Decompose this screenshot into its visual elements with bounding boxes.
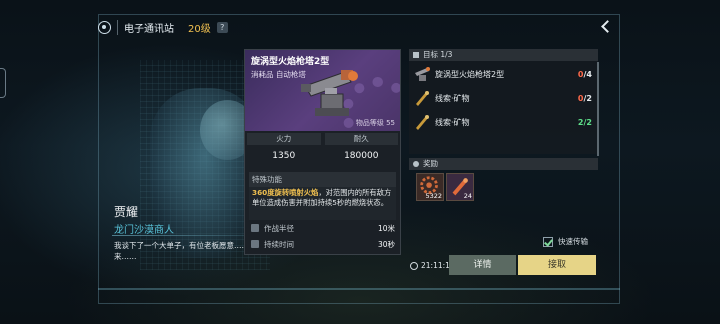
special-ability-title: 特殊功能: [249, 172, 396, 187]
attr-combat-radius: 作战半径 10米: [251, 222, 395, 234]
goal-header: 目标 1/3: [409, 49, 598, 61]
attr-label: 持续时间: [264, 239, 294, 249]
detail-button[interactable]: 详情: [449, 255, 516, 275]
goal-name: 线索·矿物: [435, 93, 470, 103]
stat-label: 耐久: [324, 133, 398, 145]
stat-value: 1350: [272, 151, 296, 161]
goal-count: 0/4: [577, 69, 592, 79]
goal-item[interactable]: 线索·矿物 0/2: [413, 86, 596, 110]
timer: 21:11:17: [410, 261, 455, 270]
stat-firepower: 火力 1350: [245, 133, 323, 165]
back-button[interactable]: [599, 20, 613, 34]
item-stats: 火力 1350 耐久 180000: [245, 133, 400, 165]
radio-signal-icon: [98, 21, 111, 34]
goal-item[interactable]: 旋涡型火焰枪塔2型 0/4: [413, 62, 596, 86]
ore-clue-icon: [416, 115, 429, 130]
side-drawer-handle[interactable]: [0, 68, 6, 98]
accept-button[interactable]: 接取: [518, 255, 596, 275]
goal-name: 旋涡型火焰枪塔2型: [435, 69, 505, 79]
attr-value: 30秒: [377, 239, 395, 249]
item-type: 消耗品 自动枪塔: [251, 70, 306, 79]
special-ability-highlight: 360度旋转喷射火焰: [252, 188, 319, 197]
goal-name: 线索·矿物: [435, 117, 470, 127]
item-header: 旋涡型火焰枪塔2型 消耗品 自动枪塔 物品等级 55: [245, 50, 400, 131]
goal-panel: 目标 1/3 旋涡型火焰枪塔2型 0/4 线索·矿物 0/2 线索·矿物 2/2: [409, 49, 598, 154]
item-level: 物品等级 55: [355, 119, 395, 127]
frame-divider: [98, 288, 620, 290]
reward-count: 5322: [425, 192, 442, 200]
help-button[interactable]: ?: [216, 22, 228, 33]
reward-item[interactable]: 5322: [416, 173, 444, 201]
checkbox-checked-icon[interactable]: [543, 236, 553, 247]
turret-icon: [415, 67, 430, 81]
station-title: 电子通讯站: [117, 20, 174, 35]
stat-value: 180000: [344, 151, 379, 161]
station-header: 电子通讯站 20级 ?: [98, 20, 228, 35]
item-tooltip-card: 旋涡型火焰枪塔2型 消耗品 自动枪塔 物品等级 55 火力 1350 耐久 18…: [244, 49, 401, 255]
station-level: 20级: [188, 24, 211, 35]
reward-item[interactable]: 24: [446, 173, 474, 201]
stat-label: 火力: [247, 133, 321, 145]
goal-count: 0/2: [577, 93, 592, 103]
quick-transfer-label: 快速传输: [558, 237, 588, 246]
goal-item[interactable]: 线索·矿物 2/2: [413, 110, 596, 134]
clock-icon: [410, 261, 418, 270]
goal-scrollbar[interactable]: [597, 62, 599, 156]
clock-icon: [251, 240, 259, 248]
attr-duration: 持续时间 30秒: [251, 238, 395, 250]
attr-value: 10米: [377, 223, 395, 233]
goal-count: 2/2: [577, 117, 592, 127]
special-ability-description: 360度旋转喷射火焰，对范围内的所有敌方单位造成伤害并附加持续5秒的燃烧状态。: [249, 187, 396, 209]
npc-name: 贾耀: [114, 205, 139, 219]
radius-icon: [251, 224, 259, 232]
item-name: 旋涡型火焰枪塔2型: [251, 57, 330, 67]
special-ability: 特殊功能 360度旋转喷射火焰，对范围内的所有敌方单位造成伤害并附加持续5秒的燃…: [249, 172, 396, 220]
reward-header: 奖励: [409, 158, 598, 170]
reward-count: 24: [463, 192, 472, 200]
npc-title: 龙门沙漠商人: [114, 225, 174, 236]
attr-label: 作战半径: [264, 223, 294, 233]
ore-clue-icon: [416, 91, 429, 106]
quick-transfer-toggle[interactable]: 快速传输: [543, 236, 588, 247]
stat-durability: 耐久 180000: [323, 133, 401, 165]
